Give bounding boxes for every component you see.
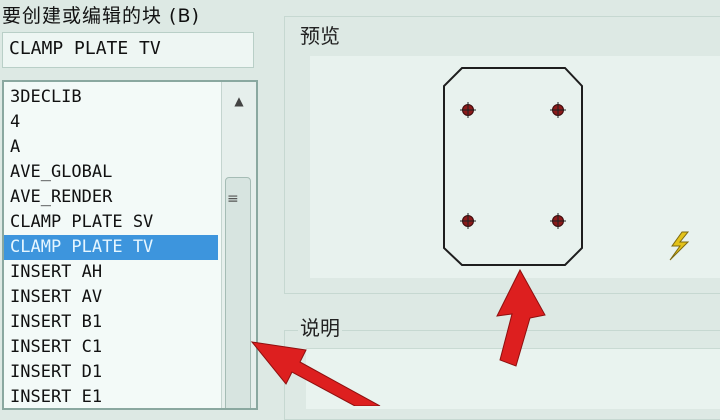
list-item[interactable]: A: [4, 135, 218, 160]
chevron-up-icon[interactable]: ▲: [222, 86, 256, 116]
list-item[interactable]: 4: [4, 110, 218, 135]
list-item[interactable]: INSERT B1: [4, 310, 218, 335]
block-list[interactable]: 3DECLIB 4 A AVE_GLOBAL AVE_RENDER CLAMP PLATE…: [2, 80, 258, 410]
scroll-thumb[interactable]: [225, 177, 251, 408]
list-item[interactable]: AVE_GLOBAL: [4, 160, 218, 185]
list-scrollbar[interactable]: ▲ ≡: [221, 82, 256, 408]
description-label: 说明: [298, 312, 342, 341]
hole-top-right: [550, 102, 566, 118]
list-item[interactable]: INSERT AV: [4, 285, 218, 310]
clamp-plate-outline: [443, 67, 583, 266]
block-list-items: 3DECLIB 4 A AVE_GLOBAL AVE_RENDER CLAMP PLATE…: [4, 85, 218, 408]
prompt-label: 要创建或编辑的块 (B): [2, 5, 200, 27]
list-item[interactable]: AVE_RENDER: [4, 185, 218, 210]
description-box: [306, 348, 720, 409]
list-item[interactable]: INSERT E1: [4, 385, 218, 408]
grip-icon: ≡: [227, 191, 239, 207]
hole-top-left: [460, 102, 476, 118]
hole-bottom-left: [460, 213, 476, 229]
lightning-icon: [669, 231, 690, 261]
preview-canvas: [310, 56, 720, 278]
preview-label: 预览: [298, 20, 342, 49]
list-item[interactable]: CLAMP PLATE SV: [4, 210, 218, 235]
list-item[interactable]: 3DECLIB: [4, 85, 218, 110]
list-item-selected[interactable]: CLAMP PLATE TV: [4, 235, 218, 260]
list-item[interactable]: INSERT C1: [4, 335, 218, 360]
preview-drawing: [443, 67, 690, 266]
hole-bottom-right: [550, 213, 566, 229]
block-name-input[interactable]: CLAMP PLATE TV: [2, 32, 254, 68]
list-item[interactable]: INSERT AH: [4, 260, 218, 285]
list-item[interactable]: INSERT D1: [4, 360, 218, 385]
